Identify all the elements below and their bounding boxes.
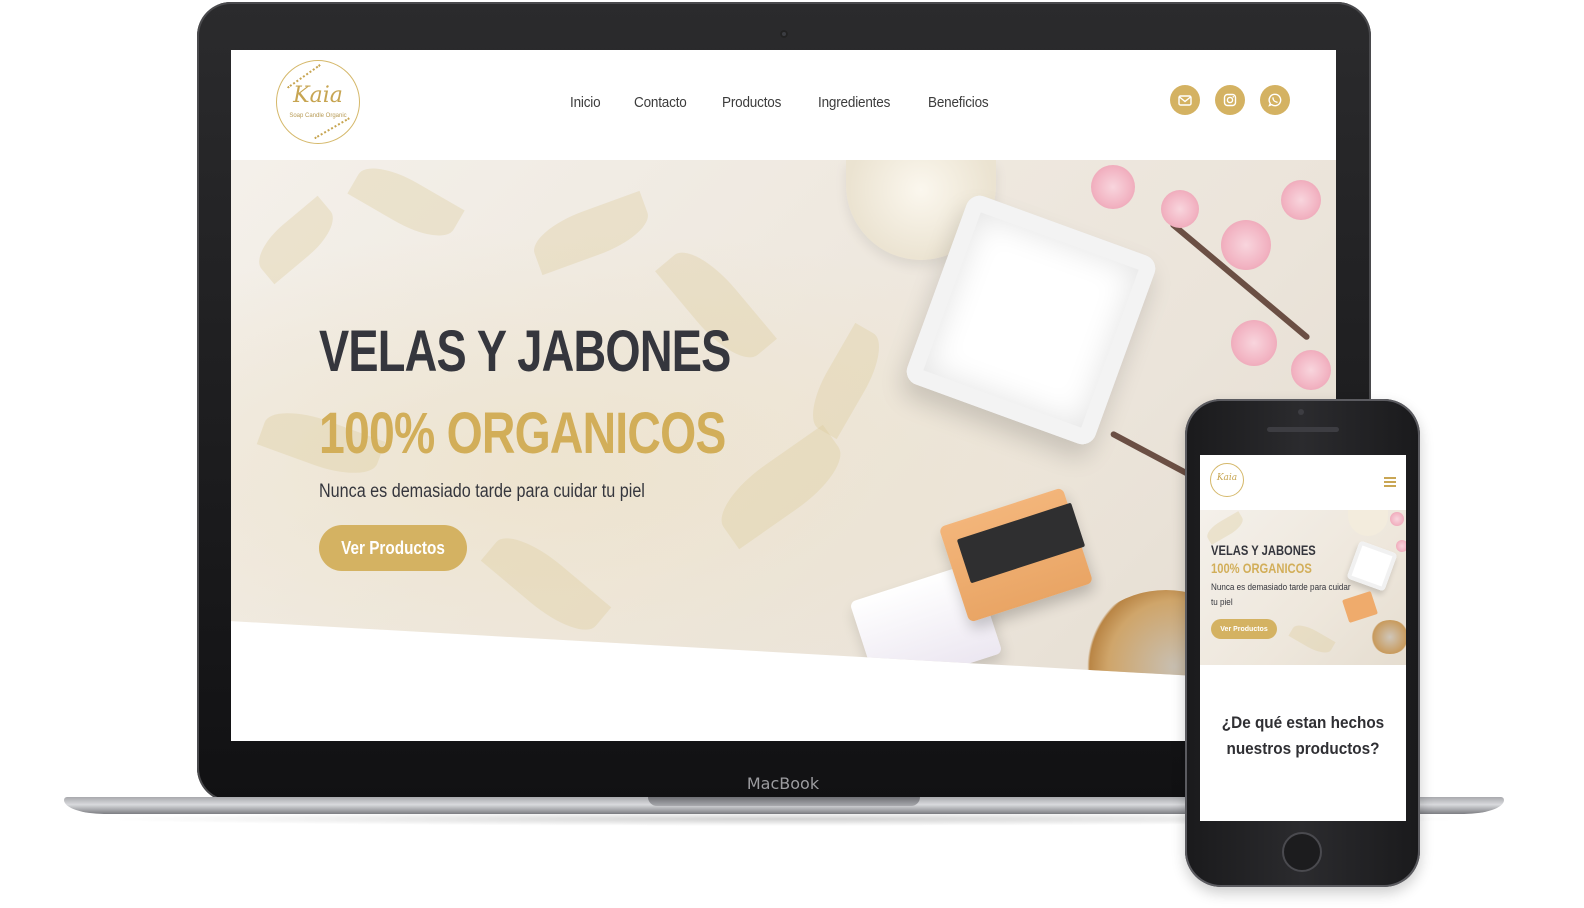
leaf-decoration: [1203, 511, 1247, 545]
leaf-decoration: [526, 190, 656, 276]
leaf-decoration: [248, 195, 344, 285]
mobile-brand-logo[interactable]: Kaia: [1210, 463, 1244, 497]
section-title-line1: ¿De qué estan hechos: [1221, 713, 1385, 732]
phone-speaker: [1267, 427, 1339, 432]
wooden-bowl-image: [1370, 620, 1406, 654]
instagram-button[interactable]: [1215, 85, 1245, 115]
mobile-header: Kaia: [1200, 455, 1406, 510]
brand-logo[interactable]: Kaia Soap Candle Organic: [276, 60, 360, 144]
desktop-site: Kaia Soap Candle Organic Inicio Contacto…: [231, 50, 1336, 741]
mobile-hero-subtitle: 100% ORGANICOS: [1211, 560, 1312, 576]
social-links: [1170, 85, 1290, 115]
phone-camera: [1298, 409, 1304, 415]
nav-item-beneficios[interactable]: Beneficios: [928, 94, 989, 111]
instagram-icon: [1223, 93, 1237, 107]
mobile-hero-tagline: Nunca es demasiado tarde para cuidar tu …: [1211, 582, 1351, 607]
mail-icon: [1178, 95, 1192, 106]
ver-productos-label: Ver Productos: [341, 537, 445, 558]
blossom-decoration: [1231, 320, 1277, 366]
hero-section: VELAS Y JABONES 100% ORGANICOS Nunca es …: [231, 160, 1336, 684]
mobile-hero: VELAS Y JABONES 100% ORGANICOS Nunca es …: [1200, 510, 1406, 665]
laptop-camera: [780, 30, 788, 38]
whatsapp-button[interactable]: [1260, 85, 1290, 115]
blossom-decoration: [1291, 350, 1331, 390]
blossom-decoration: [1281, 180, 1321, 220]
nav-item-ingredientes[interactable]: Ingredientes: [818, 94, 890, 111]
blossom-decoration: [1390, 512, 1404, 526]
ingredients-section-title: ¿De qué estan hechos nuestros productos?: [1210, 710, 1395, 762]
leaf-decoration: [800, 322, 892, 440]
hero-tagline: Nunca es demasiado tarde para cuidar tu …: [319, 481, 645, 502]
flower-soap-image: [1348, 510, 1388, 536]
hero-title: VELAS Y JABONES: [319, 319, 731, 384]
hero-subtitle: 100% ORGANICOS: [319, 401, 726, 466]
section-title-line2: nuestros productos?: [1226, 739, 1380, 758]
nav-item-inicio[interactable]: Inicio: [570, 94, 601, 111]
ver-productos-button[interactable]: Ver Productos: [319, 525, 467, 571]
blossom-decoration: [1161, 190, 1199, 228]
leaf-decoration: [347, 160, 465, 249]
laptop-notch: [648, 797, 920, 806]
hamburger-menu-icon[interactable]: [1384, 477, 1396, 487]
main-nav: Inicio Contacto Productos Ingredientes B…: [570, 94, 995, 111]
mobile-site: Kaia VELAS Y JABONES 100% ORGANICOS Nunc…: [1200, 455, 1406, 821]
blossom-decoration: [1396, 540, 1406, 552]
nav-item-contacto[interactable]: Contacto: [634, 94, 687, 111]
whatsapp-icon: [1268, 93, 1282, 107]
mobile-hero-title: VELAS Y JABONES: [1211, 542, 1316, 558]
site-header: Kaia Soap Candle Organic Inicio Contacto…: [231, 50, 1336, 160]
phone-home-button: [1282, 832, 1322, 872]
mobile-ver-productos-button[interactable]: Ver Productos: [1211, 619, 1277, 639]
device-label: MacBook: [746, 774, 820, 793]
nav-item-productos[interactable]: Productos: [722, 94, 781, 111]
blossom-decoration: [1091, 165, 1135, 209]
mobile-logo-name: Kaia: [1216, 473, 1238, 483]
logo-name: Kaia: [293, 83, 343, 108]
logo-leaf-icon: [314, 117, 352, 143]
mail-button[interactable]: [1170, 85, 1200, 115]
leaf-decoration: [1288, 620, 1336, 658]
leaf-decoration: [480, 523, 612, 645]
blossom-decoration: [1221, 220, 1271, 270]
leaf-decoration: [708, 424, 854, 550]
